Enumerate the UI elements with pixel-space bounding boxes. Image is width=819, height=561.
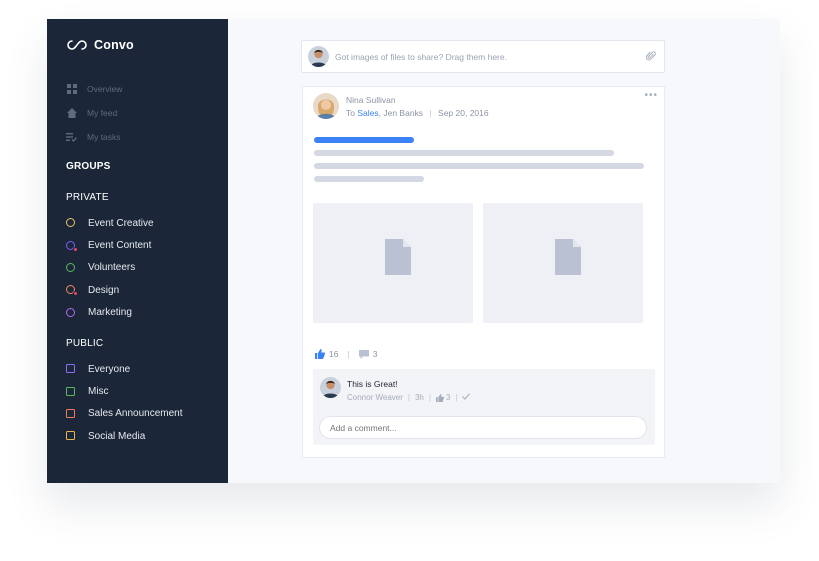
main-nav: Overview My feed My tasks (66, 77, 122, 149)
comment-body: This is Great! Connor Weaver | 3h | 3 | (347, 377, 471, 402)
app-window: Convo Overview My feed My tasks GROUPS P… (47, 19, 780, 483)
group-label: Event Content (88, 240, 152, 252)
group-label: Social Media (88, 430, 146, 442)
post-author[interactable]: Nina Sullivan (346, 95, 489, 105)
post-reactions: 16 | 3 (315, 349, 377, 359)
content-line-placeholder (314, 176, 424, 182)
public-heading: PUBLIC (66, 338, 104, 349)
nav-label: My tasks (87, 132, 121, 142)
attachment-file-2[interactable] (483, 203, 643, 323)
to-label: To (346, 107, 355, 118)
group-item-event-content[interactable]: Event Content (66, 234, 154, 256)
tasks-icon (66, 132, 77, 143)
circle-group-icon (66, 307, 76, 318)
group-item-volunteers[interactable]: Volunteers (66, 257, 154, 279)
nav-item-overview[interactable]: Overview (66, 77, 122, 101)
divider: | (347, 349, 350, 359)
private-group-list: Event Creative Event Content Volunteers … (66, 212, 154, 324)
square-group-icon (66, 408, 76, 419)
group-item-misc[interactable]: Misc (66, 380, 183, 402)
comments-section: This is Great! Connor Weaver | 3h | 3 | (313, 369, 655, 445)
group-item-design[interactable]: Design (66, 279, 154, 301)
group-label: Marketing (88, 307, 132, 319)
square-group-icon (66, 364, 76, 374)
post-header: Nina Sullivan To Sales, Jen Banks | Sep … (313, 93, 489, 119)
nav-label: Overview (87, 84, 123, 94)
divider: | (428, 393, 431, 402)
comment-text: This is Great! (347, 379, 398, 389)
comment-author[interactable]: Connor Weaver (347, 393, 403, 402)
commenter-avatar[interactable] (320, 377, 341, 398)
comment-input[interactable] (319, 416, 647, 439)
thumbs-up-icon (435, 393, 444, 402)
share-dropzone[interactable]: Got images of files to share? Drag them … (301, 40, 665, 73)
comment-like-count: 3 (445, 393, 451, 402)
post-date: Sep 20, 2016 (438, 107, 489, 118)
group-label: Event Creative (88, 217, 154, 229)
content-line-placeholder (314, 150, 614, 156)
infinity-logo-icon (67, 40, 87, 50)
paperclip-icon[interactable] (645, 48, 656, 66)
check-icon[interactable] (462, 393, 471, 402)
circle-group-icon (66, 240, 78, 252)
divider: | (455, 393, 458, 402)
divider: | (429, 107, 432, 118)
groups-heading: GROUPS (66, 161, 111, 172)
group-item-marketing[interactable]: Marketing (66, 302, 154, 324)
public-group-list: Everyone Misc Sales Announcement Social … (66, 358, 183, 448)
group-label: Sales Announcement (88, 408, 183, 420)
brand[interactable]: Convo (66, 38, 134, 52)
square-group-icon (66, 431, 76, 441)
nav-item-my-feed[interactable]: My feed (66, 101, 122, 125)
user-avatar (308, 46, 329, 67)
comment-meta: Connor Weaver | 3h | 3 | (347, 393, 471, 402)
sidebar: Convo Overview My feed My tasks GROUPS P… (47, 19, 228, 483)
app-name: Convo (94, 38, 134, 52)
group-label: Misc (88, 386, 109, 398)
comment-count: 3 (372, 349, 378, 359)
post-meta: Nina Sullivan To Sales, Jen Banks | Sep … (346, 95, 489, 118)
file-icon (555, 239, 581, 275)
nav-label: My feed (87, 108, 118, 118)
nav-item-my-tasks[interactable]: My tasks (66, 125, 122, 149)
group-item-social-media[interactable]: Social Media (66, 425, 183, 447)
post-card: Nina Sullivan To Sales, Jen Banks | Sep … (302, 86, 665, 458)
group-label: Everyone (88, 363, 131, 375)
author-avatar[interactable] (313, 93, 339, 119)
notification-dot (73, 246, 78, 252)
file-icon (385, 239, 411, 275)
recipient-name[interactable]: Jen Banks (383, 108, 423, 118)
group-link-sales[interactable]: Sales (357, 108, 378, 118)
main-feed: Got images of files to share? Drag them … (228, 19, 780, 483)
circle-group-icon (66, 285, 78, 297)
comment-like-button[interactable]: 3 (435, 393, 451, 402)
grid-icon (66, 84, 77, 95)
post-audience: To Sales, Jen Banks | Sep 20, 2016 (346, 107, 489, 118)
circle-group-icon (66, 218, 76, 228)
group-item-sales-announcement[interactable]: Sales Announcement (66, 403, 183, 425)
group-label: Design (88, 284, 120, 296)
content-title-placeholder (314, 137, 414, 143)
circle-group-icon (66, 262, 76, 273)
share-placeholder: Got images of files to share? Drag them … (335, 51, 507, 62)
group-item-event-creative[interactable]: Event Creative (66, 212, 154, 234)
comment-button[interactable]: 3 (358, 349, 378, 359)
square-group-icon (66, 386, 76, 397)
more-options-icon[interactable]: ••• (644, 90, 658, 101)
like-button[interactable]: 16 (315, 349, 338, 359)
comment-item: This is Great! Connor Weaver | 3h | 3 | (320, 377, 471, 402)
group-item-everyone[interactable]: Everyone (66, 358, 183, 380)
attachment-file-1[interactable] (313, 203, 473, 323)
private-heading: PRIVATE (66, 192, 109, 203)
notification-dot (73, 291, 78, 297)
comment-icon (358, 349, 369, 359)
like-count: 16 (329, 349, 339, 359)
thumbs-up-icon (315, 349, 325, 359)
comment-time: 3h (414, 393, 424, 402)
content-line-placeholder (314, 163, 644, 169)
home-icon (66, 108, 77, 119)
group-label: Volunteers (88, 262, 136, 274)
divider: | (407, 393, 410, 402)
